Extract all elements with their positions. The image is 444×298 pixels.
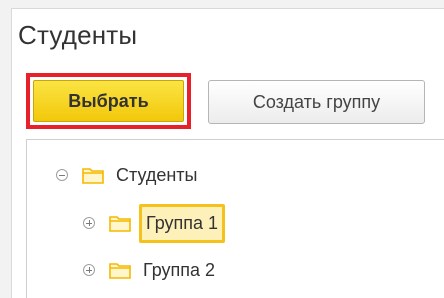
tree-item-label-selected[interactable]: Группа 1 (139, 203, 226, 243)
tree-item-label: Студенты (116, 164, 198, 185)
tree-row-root[interactable]: Студенты (56, 157, 197, 193)
select-button-highlight[interactable]: Выбрать (26, 73, 191, 129)
expand-icon[interactable] (83, 217, 95, 229)
tree-item-label[interactable]: Группа 2 (143, 260, 215, 281)
select-button[interactable]: Выбрать (33, 80, 184, 122)
tree-row-group-1[interactable]: Группа 1 (83, 200, 226, 246)
folder-icon (82, 168, 104, 184)
create-group-button[interactable]: Создать группу (208, 80, 425, 124)
expand-icon[interactable] (83, 264, 95, 276)
students-tree[interactable]: Студенты Группа 1 Группа 2 (26, 139, 444, 298)
folder-icon (109, 263, 131, 279)
tree-row-group-2[interactable]: Группа 2 (83, 252, 215, 288)
folder-icon (109, 216, 131, 232)
collapse-icon[interactable] (56, 169, 68, 181)
page-title: Студенты (18, 20, 138, 50)
